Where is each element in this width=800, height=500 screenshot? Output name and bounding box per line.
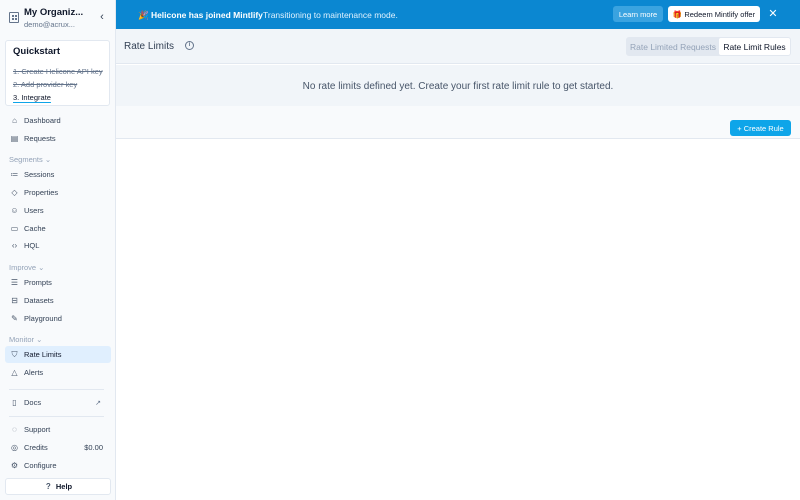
quickstart-step-2[interactable]: 2. Add provider key — [13, 80, 77, 89]
redeem-offer-button[interactable]: 🎁 Redeem Mintlify offer — [668, 6, 760, 22]
sidebar-item-label: Dashboard — [24, 116, 61, 125]
tab-rate-limited-requests[interactable]: Rate Limited Requests — [627, 38, 719, 55]
sidebar: My Organiz... demo@acrux... ‹ Quickstart… — [0, 0, 116, 500]
sidebar-item-credits[interactable]: ◎ Credits $0.00 — [5, 439, 111, 456]
sidebar-item-label: Users — [24, 206, 44, 215]
org-name: My Organiz... — [24, 7, 84, 18]
external-link-icon: ↗ — [95, 399, 101, 407]
sidebar-item-prompts[interactable]: ☰ Prompts — [5, 274, 111, 291]
sidebar-item-sessions[interactable]: ≔ Sessions — [5, 166, 111, 183]
banner-subtitle: Transitioning to maintenance mode. — [263, 10, 398, 20]
divider — [9, 416, 104, 417]
info-icon[interactable]: i — [185, 41, 194, 50]
sidebar-item-label: Alerts — [24, 368, 44, 377]
alert-icon: △ — [11, 368, 18, 377]
sessions-icon: ≔ — [10, 170, 19, 179]
sidebar-item-alerts[interactable]: △ Alerts — [5, 364, 111, 381]
gear-icon: ⚙ — [10, 461, 19, 470]
sidebar-item-users[interactable]: ☺ Users — [5, 202, 111, 219]
home-icon: ⌂ — [12, 116, 17, 125]
sidebar-item-label: Cache — [24, 224, 46, 233]
collapse-sidebar-icon[interactable]: ‹ — [96, 11, 108, 23]
sidebar-item-requests[interactable]: ▤ Requests — [5, 130, 111, 147]
help-button[interactable]: ? Help — [5, 478, 111, 495]
quickstart-step-3[interactable]: 3. Integrate — [13, 93, 51, 102]
divider — [9, 389, 104, 390]
section-monitor[interactable]: Monitor ⌄ — [9, 335, 42, 344]
sidebar-item-docs[interactable]: ▯ Docs ↗ — [5, 394, 111, 411]
prompt-icon: ☰ — [10, 278, 19, 287]
section-segments[interactable]: Segments ⌄ — [9, 155, 51, 164]
rules-toolbar: + Create Rule — [116, 106, 800, 139]
empty-state-message: No rate limits defined yet. Create your … — [302, 81, 614, 92]
tag-icon: ◇ — [11, 188, 18, 197]
sidebar-item-label: HQL — [24, 241, 40, 250]
sidebar-item-label: Properties — [24, 188, 59, 197]
credits-icon: ◎ — [11, 443, 18, 452]
users-icon: ☺ — [10, 206, 19, 215]
help-label: Help — [55, 482, 73, 491]
sidebar-item-label: Datasets — [24, 296, 54, 305]
support-icon: ◌ — [12, 425, 17, 434]
sidebar-item-rate-limits[interactable]: ⛉ Rate Limits — [5, 346, 111, 363]
sidebar-item-label: Playground — [24, 314, 62, 323]
learn-more-button[interactable]: Learn more — [613, 6, 663, 22]
view-tabs: Rate Limited Requests Rate Limit Rules — [626, 37, 791, 56]
banner-title: 🎉 Helicone has joined Mintlify — [138, 10, 263, 20]
document-icon: ▯ — [12, 398, 17, 407]
page-title: Rate Limits — [124, 41, 175, 52]
sidebar-item-playground[interactable]: ✎ Playground — [5, 310, 111, 327]
database-icon: ⊟ — [11, 296, 18, 305]
sidebar-item-label: Rate Limits — [24, 350, 62, 359]
sidebar-item-label: Sessions — [24, 170, 55, 179]
cache-icon: ▭ — [10, 224, 19, 233]
pencil-icon: ✎ — [11, 314, 18, 323]
help-icon: ? — [45, 482, 51, 491]
sidebar-item-label: Prompts — [24, 278, 52, 287]
sidebar-item-properties[interactable]: ◇ Properties — [5, 184, 111, 201]
sidebar-item-label: Requests — [24, 134, 56, 143]
sidebar-item-configure[interactable]: ⚙ Configure — [5, 457, 111, 474]
sidebar-item-support[interactable]: ◌ Support — [5, 421, 111, 438]
sidebar-item-label: Docs — [24, 398, 42, 407]
credits-value: $0.00 — [84, 443, 103, 452]
sidebar-item-label: Credits — [24, 443, 48, 452]
building-icon — [9, 12, 19, 23]
org-email: demo@acrux... — [24, 20, 75, 29]
shield-icon: ⛉ — [11, 350, 18, 359]
quickstart-step-1[interactable]: 1. Create Helicone API key — [13, 67, 103, 76]
quickstart-card: Quickstart 1. Create Helicone API key 2.… — [5, 40, 110, 106]
sidebar-item-label: Support — [24, 425, 51, 434]
close-icon[interactable]: ✕ — [766, 7, 780, 21]
create-rule-button[interactable]: + Create Rule — [730, 120, 791, 136]
sidebar-item-datasets[interactable]: ⊟ Datasets — [5, 292, 111, 309]
quickstart-title: Quickstart — [13, 46, 60, 57]
announcement-banner: 🎉 Helicone has joined Mintlify Transitio… — [116, 0, 800, 29]
code-icon: ‹› — [11, 241, 18, 250]
sidebar-item-cache[interactable]: ▭ Cache — [5, 220, 111, 237]
section-improve[interactable]: Improve ⌄ — [9, 263, 44, 272]
table-icon: ▤ — [10, 134, 19, 143]
tab-rate-limit-rules[interactable]: Rate Limit Rules — [719, 38, 790, 55]
page-header: Rate Limits i Rate Limited Requests Rate… — [116, 29, 800, 64]
sidebar-item-dashboard[interactable]: ⌂ Dashboard — [5, 112, 111, 129]
sidebar-item-hql[interactable]: ‹› HQL — [5, 237, 111, 254]
empty-state: No rate limits defined yet. Create your … — [116, 65, 800, 106]
sidebar-item-label: Configure — [24, 461, 57, 470]
